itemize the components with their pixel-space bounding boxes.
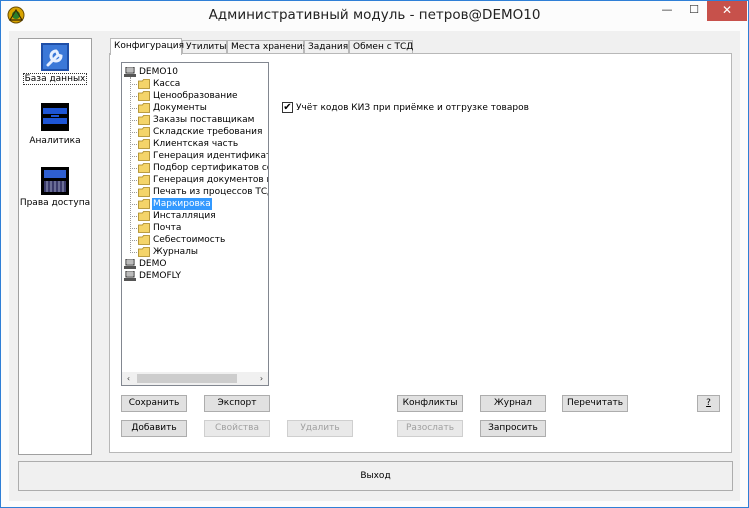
scroll-left-icon[interactable]: ‹ [122,372,135,385]
module-sidebar: База данных Аналитика Права доступа [18,38,92,455]
tree-node-label: Генерация документов из [153,175,269,185]
folder-icon [138,199,150,209]
tab-tasks[interactable]: Задания [304,40,349,54]
window-title: Административный модуль - петров@DEMO10 [208,7,541,23]
tree-node-label: Маркировка [152,198,212,210]
tree-horizontal-scrollbar[interactable]: ‹ › [122,372,268,385]
tree-node-label: Почта [153,223,182,233]
sidebar-item-analytics[interactable]: Аналитика [19,103,91,151]
analytics-icon [41,103,69,131]
folder-icon [138,139,150,149]
journal-button[interactable]: Журнал [480,395,546,412]
tree-connector [130,252,137,253]
close-button[interactable]: ✕ [707,1,747,21]
folder-icon [138,175,150,185]
tree-connector [130,180,137,181]
sidebar-item-access-rights[interactable]: Права доступа [19,167,91,223]
app-window: Административный модуль - петров@DEMO10 … [0,0,749,508]
request-button[interactable]: Запросить [480,420,546,437]
tree-connector [130,168,137,169]
client-area: База данных Аналитика Права доступа Конф… [9,31,740,501]
folder-icon [138,163,150,173]
tree-node-label: Складские требования [153,127,263,137]
folder-icon [138,151,150,161]
minimize-button[interactable]: — [654,1,680,21]
tree-node-label: DEMO [139,259,167,269]
tree-connector [130,156,137,157]
folder-icon [138,235,150,245]
folder-icon [138,247,150,257]
folder-icon [138,79,150,89]
wrench-icon [41,43,69,71]
sidebar-item-label: Права доступа [19,198,91,208]
reread-button[interactable]: Перечитать [562,395,628,412]
properties-button[interactable]: Свойства [204,420,270,437]
tree-node-label: Заказы поставщикам [153,115,255,125]
tree-node-label: Журналы [153,247,198,257]
computer-icon [124,259,136,269]
configuration-page: ‹ › DEMO10 Касса Ценообразование Документы З… [109,53,732,453]
tree-connector [130,204,137,205]
tree-connector [130,228,137,229]
export-button[interactable]: Экспорт [204,395,270,412]
access-rights-icon [41,167,69,195]
tree-node-label: Печать из процессов ТСД [153,187,269,197]
tab-storage-locations[interactable]: Места хранения [227,40,308,54]
conflicts-button[interactable]: Конфликты [397,395,463,412]
send-button[interactable]: Разослать [397,420,463,437]
config-tree[interactable]: ‹ › DEMO10 Касса Ценообразование Документы З… [121,62,269,386]
tree-connector [130,84,137,85]
tree-connector [130,192,137,193]
exit-button[interactable]: Выход [18,461,733,491]
folder-icon [138,91,150,101]
help-button[interactable]: ? [697,395,720,412]
folder-icon [138,223,150,233]
scroll-thumb[interactable] [137,374,237,383]
tree-connector [130,132,137,133]
computer-icon [124,67,136,77]
tree-connector [130,144,137,145]
kiz-checkbox-label: Учёт кодов КИЗ при приёмке и отгрузке то… [296,103,529,113]
tree-node-label: Документы [153,103,207,113]
tree-node-label: Инсталляция [153,211,216,221]
tree-connector [130,240,137,241]
sidebar-item-label: База данных [22,73,88,85]
tree-node-label: Ценообразование [153,91,238,101]
tree-connector [130,216,137,217]
tree-connector [130,108,137,109]
folder-icon [138,187,150,197]
computer-icon [124,271,136,281]
folder-icon [138,103,150,113]
folder-icon [138,211,150,221]
folder-icon [138,115,150,125]
tree-node-label: DEMO10 [139,67,178,77]
tab-tsd-exchange[interactable]: Обмен с ТСД [349,40,413,54]
tree-node-label: Клиентская часть [153,139,239,149]
tree-connector [130,120,137,121]
sidebar-item-database[interactable]: База данных [19,43,91,91]
tab-configuration[interactable]: Конфигурация [110,38,184,55]
tab-utilities[interactable]: Утилиты [182,40,227,54]
delete-button[interactable]: Удалить [287,420,353,437]
title-bar[interactable]: Административный модуль - петров@DEMO10 … [1,1,748,31]
add-button[interactable]: Добавить [121,420,187,437]
tree-node-label: Себестоимость [153,235,226,245]
tree-node-label: Подбор сертификатов соо [153,163,269,173]
scroll-right-icon[interactable]: › [255,372,268,385]
tree-node-label: DEMOFLY [139,271,181,281]
sidebar-item-label: Аналитика [29,136,81,146]
maximize-button[interactable]: ☐ [681,1,707,21]
tree-connector [130,77,131,253]
tree-node-label: Касса [153,79,181,89]
tree-node-label: Генерация идентификатор [153,151,268,161]
folder-icon [138,127,150,137]
tree-connector [130,96,137,97]
save-button[interactable]: Сохранить [121,395,187,412]
kiz-checkbox[interactable]: ✔ [282,102,293,113]
main-panel: Конфигурация Утилиты Места хранения Зада… [109,38,732,453]
